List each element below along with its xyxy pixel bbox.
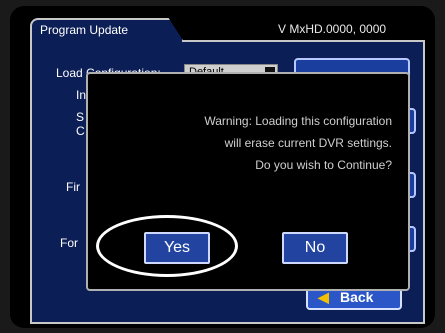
version-label: V MxHD.0000, 0000	[278, 22, 387, 36]
warning-line-2: will erase current DVR settings.	[224, 136, 392, 150]
bg-label-s: S	[76, 110, 85, 124]
warning-message: Warning: Loading this configuration will…	[92, 110, 392, 176]
bg-label-c: C	[76, 124, 85, 138]
back-label: Back	[340, 289, 374, 305]
warning-line-3: Do you wish to Continue?	[255, 158, 392, 172]
confirm-dialog: Warning: Loading this configuration will…	[86, 72, 410, 291]
tab-program-update[interactable]: Program Update	[30, 18, 184, 42]
tab-label: Program Update	[40, 23, 129, 37]
left-arrow-icon: ◀	[318, 289, 329, 305]
bg-label-for: For	[60, 236, 78, 250]
yes-button[interactable]: Yes	[144, 232, 210, 264]
bg-label-fir: Fir	[66, 180, 80, 194]
warning-line-1: Warning: Loading this configuration	[204, 114, 392, 128]
no-button[interactable]: No	[282, 232, 348, 264]
bg-label-in: In	[76, 88, 87, 102]
